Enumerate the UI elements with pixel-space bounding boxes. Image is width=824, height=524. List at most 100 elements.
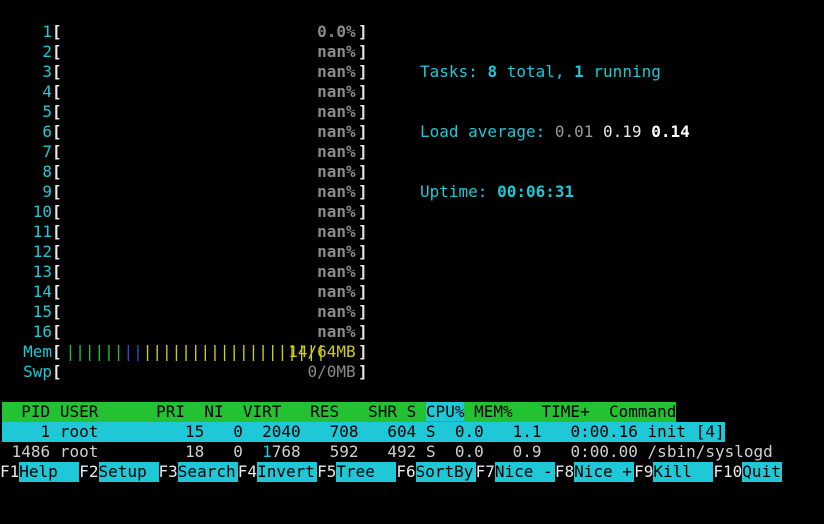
fkey-f1[interactable]: F1	[0, 462, 19, 481]
fkey-f9[interactable]: F9	[634, 462, 653, 481]
cpu-value: nan%	[317, 282, 356, 301]
function-key-bar: F1Help F2Setup F3Search F4Invert F5Tree F6Sor…	[0, 462, 783, 482]
fkey-quit-label[interactable]: Quit	[742, 462, 783, 482]
column-header-pri[interactable]: PRI	[156, 402, 185, 421]
fkey-tree-label[interactable]: Tree	[336, 462, 397, 482]
memory-value: 14/64MB	[288, 342, 356, 361]
cpu-number: 10	[32, 202, 52, 221]
fkey-nice-plus-label[interactable]: Nice +	[574, 462, 635, 482]
fkey-help-label[interactable]: Help	[19, 462, 80, 482]
cpu-meter-row: 12[nan%]	[2, 242, 822, 262]
meter-bracket-right: ]	[358, 62, 368, 81]
meter-bracket-left: [	[52, 62, 62, 81]
uptime-line: Uptime: 00:06:31	[420, 182, 575, 201]
cpu-meter-row: 11[nan%]	[2, 222, 822, 242]
cpu-value: nan%	[317, 82, 356, 101]
column-header-shr[interactable]: SHR	[368, 402, 397, 421]
cpu-number: 8	[42, 162, 52, 181]
column-header-user[interactable]: USER	[60, 402, 99, 421]
fkey-f7[interactable]: F7	[476, 462, 495, 481]
cpu-value: nan%	[317, 122, 356, 141]
cpu-value: nan%	[317, 322, 356, 341]
cpu-meter-row: 2[nan%]	[2, 42, 822, 62]
cpu-meter-row: 13[nan%]	[2, 262, 822, 282]
fkey-invert-label[interactable]: Invert	[257, 462, 318, 482]
cpu-value: nan%	[317, 162, 356, 181]
meter-bracket-left: [	[52, 322, 62, 341]
cpu-meter-row: 1[0.0%]	[2, 22, 822, 42]
fkey-search-label[interactable]: Search	[177, 462, 238, 482]
summary-panel: Tasks: 8 total, 1 running Load average: …	[420, 22, 690, 222]
load-1min: 0.01	[554, 122, 594, 141]
column-header-time[interactable]: TIME+	[542, 402, 590, 421]
column-header-state[interactable]: S	[407, 402, 417, 421]
meter-bracket-right: ]	[358, 122, 368, 141]
meter-bracket-left: [	[52, 102, 62, 121]
meter-bracket-left: [	[52, 342, 62, 361]
cpu-number: 15	[32, 302, 52, 321]
column-header-cpu[interactable]: CPU%	[425, 402, 465, 421]
cpu-number: 14	[32, 282, 52, 301]
memory-meter-row: Mem[||||||||||||||||||||||||||| 14/64MB]	[2, 342, 822, 362]
cpu-number: 3	[42, 62, 52, 81]
cpu-value: nan%	[317, 242, 356, 261]
cpu-number: 2	[42, 42, 52, 61]
cpu-number: 12	[32, 242, 52, 261]
cpu-number: 1	[42, 22, 52, 41]
meter-bracket-left: [	[52, 42, 62, 61]
fkey-f10[interactable]: F10	[713, 462, 742, 481]
fkey-setup-label[interactable]: Setup	[98, 462, 159, 482]
meter-bracket-right: ]	[358, 82, 368, 101]
meter-bracket-right: ]	[358, 342, 368, 361]
fkey-f2[interactable]: F2	[79, 462, 98, 481]
fkey-f4[interactable]: F4	[238, 462, 257, 481]
meter-bracket-right: ]	[358, 102, 368, 121]
cpu-meter-row: 9[nan%]	[2, 182, 822, 202]
process-row[interactable]: 1486 root 18 0 1768 592 492 S 0.0 0.9 0:…	[2, 442, 773, 462]
meter-bracket-left: [	[52, 302, 62, 321]
swap-meter-row: Swp[0/0MB]	[2, 362, 822, 382]
cpu-value: nan%	[317, 302, 356, 321]
fkey-kill-label[interactable]: Kill	[653, 462, 714, 482]
column-header-command[interactable]: Command	[609, 402, 676, 421]
fkey-nice-minus-label[interactable]: Nice -	[494, 462, 555, 482]
meter-bracket-right: ]	[358, 222, 368, 241]
column-header-mem[interactable]: MEM%	[474, 402, 513, 421]
meter-bracket-left: [	[52, 222, 62, 241]
meter-bracket-left: [	[52, 282, 62, 301]
cpu-number: 7	[42, 142, 52, 161]
column-header-ni[interactable]: NI	[204, 402, 223, 421]
meter-bracket-left: [	[52, 122, 62, 141]
load-15min: 0.14	[651, 122, 690, 141]
cpu-meter-row: 6[ nan%]	[2, 122, 822, 142]
fkey-f3[interactable]: F3	[159, 462, 178, 481]
meter-bracket-right: ]	[358, 262, 368, 281]
cpu-meter-row: 16[nan%]	[2, 322, 822, 342]
cpu-meter-row: 5[nan%]	[2, 102, 822, 122]
column-header-virt[interactable]: VIRT	[243, 402, 282, 421]
fkey-f8[interactable]: F8	[555, 462, 574, 481]
meter-bracket-left: [	[52, 242, 62, 261]
load-5min: 0.19	[603, 122, 642, 141]
cpu-meter-row: 4[nan%]	[2, 82, 822, 102]
cpu-value: nan%	[317, 42, 356, 61]
cpu-number: 6	[42, 122, 52, 141]
load-average-line: Load average: 0.01 0.19 0.14	[420, 122, 690, 141]
cpu-value: nan%	[317, 102, 356, 121]
cpu-meter-row: 8[nan%]	[2, 162, 822, 182]
fkey-sortby-label[interactable]: SortBy	[415, 462, 476, 482]
meter-bracket-right: ]	[358, 22, 368, 41]
cpu-value: nan%	[317, 222, 356, 241]
fkey-f5[interactable]: F5	[317, 462, 336, 481]
cpu-meter-row: 15[nan%]	[2, 302, 822, 322]
fkey-f6[interactable]: F6	[396, 462, 415, 481]
cpu-value: nan%	[317, 62, 356, 81]
uptime-value: 00:06:31	[497, 182, 575, 201]
meter-bracket-left: [	[52, 82, 62, 101]
process-row-selected[interactable]: 1 root 15 0 2040 708 604 S 0.0 1.1 0:00.…	[2, 422, 725, 442]
meter-bracket-left: [	[52, 142, 62, 161]
column-header-res[interactable]: RES	[310, 402, 339, 421]
swap-label: Swp	[23, 362, 52, 381]
meter-bracket-right: ]	[358, 322, 368, 341]
column-header-pid[interactable]: PID	[2, 402, 50, 421]
